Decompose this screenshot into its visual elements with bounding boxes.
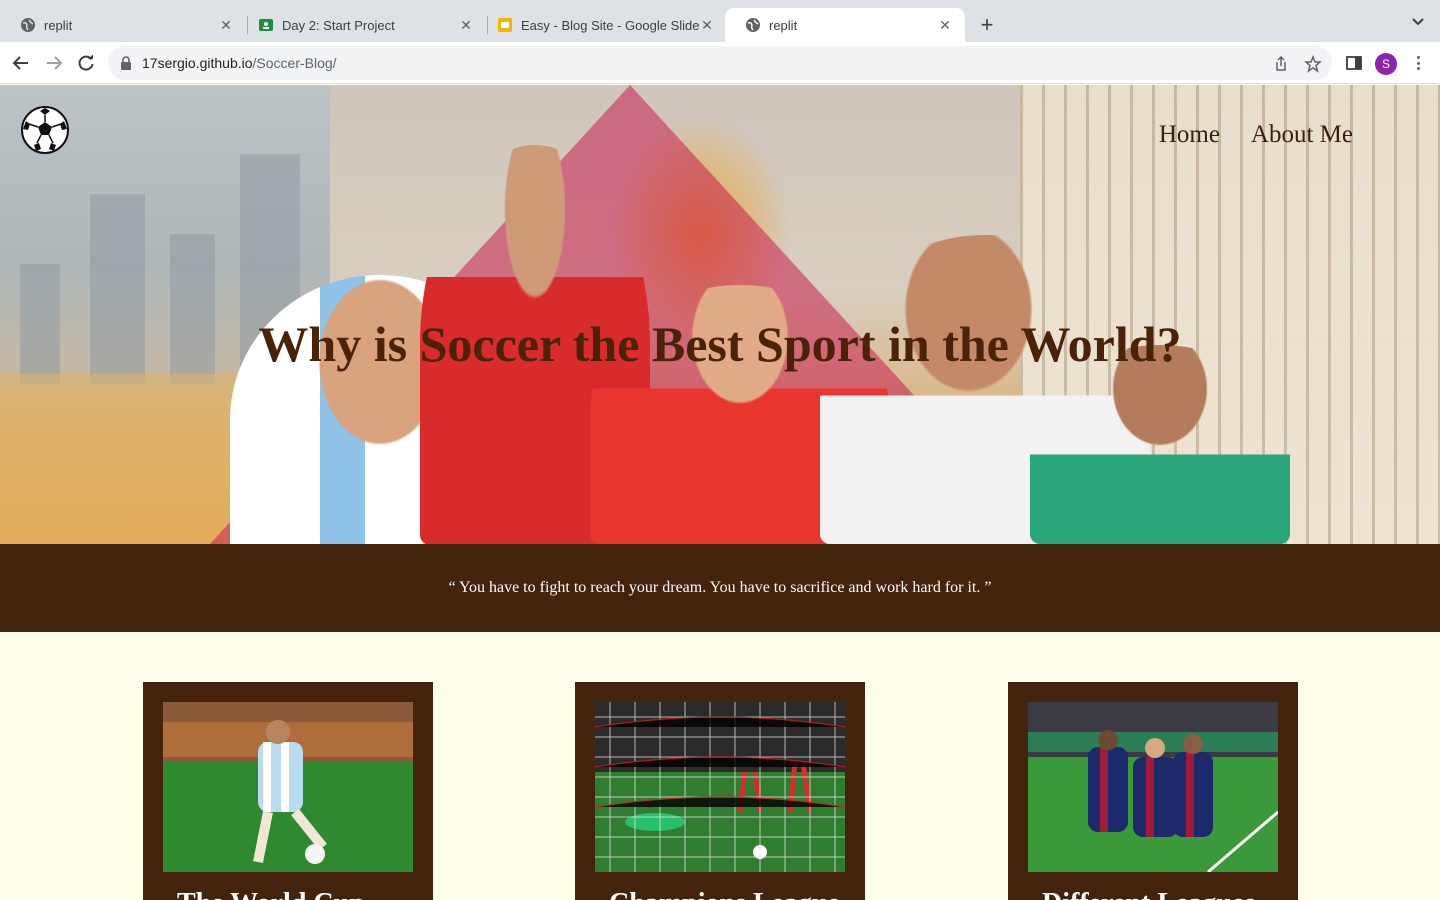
- tab-replit-active[interactable]: replit ✕: [725, 8, 965, 42]
- hero-player-figure: [1030, 345, 1290, 544]
- forward-arrow-icon[interactable]: [42, 51, 66, 75]
- reload-icon[interactable]: [74, 51, 98, 75]
- close-icon[interactable]: ✕: [458, 17, 474, 33]
- site-nav: Home About Me: [1159, 121, 1353, 149]
- url-path: /Soccer-Blog/: [252, 55, 337, 71]
- card-title: Different Leagues: [1042, 888, 1255, 900]
- nav-home-link[interactable]: Home: [1159, 121, 1220, 149]
- url-text: 17sergio.github.io/Soccer-Blog/: [142, 55, 337, 71]
- globe-icon: [745, 17, 761, 33]
- new-tab-plus-icon[interactable]: +: [975, 12, 999, 37]
- goalkeeper-diving-net-photo: [595, 702, 845, 872]
- tab-day-2[interactable]: Day 2: Start Project ✕: [238, 8, 486, 42]
- tab-title: replit: [44, 17, 73, 33]
- quote-banner: “ You have to fight to reach your dream.…: [0, 544, 1440, 632]
- profile-avatar[interactable]: S: [1375, 53, 1397, 75]
- tab-title: Easy - Blog Site - Google Slides: [521, 17, 699, 33]
- player-striking-ball-photo: [163, 702, 413, 872]
- url-host: 17sergio.github.io: [142, 55, 253, 71]
- menu-kebab-icon[interactable]: [1411, 54, 1425, 72]
- address-bar[interactable]: 17sergio.github.io/Soccer-Blog/: [108, 46, 1332, 80]
- card-different-leagues[interactable]: Different Leagues: [1008, 682, 1298, 900]
- browser-toolbar: 17sergio.github.io/Soccer-Blog/ S: [0, 42, 1440, 84]
- soccer-ball-icon[interactable]: [20, 105, 70, 155]
- side-panel-icon[interactable]: [1345, 54, 1363, 72]
- classroom-icon: [258, 17, 274, 33]
- slides-icon: [497, 17, 513, 33]
- nav-about-me-link[interactable]: About Me: [1251, 121, 1353, 149]
- page-title: Why is Soccer the Best Sport in the Worl…: [258, 316, 1182, 372]
- back-arrow-icon[interactable]: [9, 51, 33, 75]
- card-world-cup[interactable]: The World Cup: [143, 682, 433, 900]
- card-champions-league[interactable]: Champions League: [575, 682, 865, 900]
- players-celebrating-photo: [1028, 702, 1278, 872]
- close-icon[interactable]: ✕: [937, 17, 953, 33]
- bookmark-star-icon[interactable]: [1304, 54, 1322, 73]
- card-title: Champions League: [609, 888, 840, 900]
- share-icon[interactable]: [1272, 55, 1290, 73]
- card-title: The World Cup: [177, 888, 365, 900]
- tab-title: replit: [769, 17, 798, 33]
- close-icon[interactable]: ✕: [699, 17, 715, 33]
- tab-replit-1[interactable]: replit ✕: [0, 8, 246, 42]
- tab-search-chevron-icon[interactable]: [1410, 13, 1426, 29]
- browser-tabstrip: replit ✕ Day 2: Start Project ✕ Easy - B…: [0, 0, 1440, 42]
- globe-icon: [20, 17, 36, 33]
- quote-text: “ You have to fight to reach your dream.…: [448, 579, 992, 596]
- tab-google-slides[interactable]: Easy - Blog Site - Google Slides ✕: [477, 8, 727, 42]
- hero-banner: Home About Me Why is Soccer the Best Spo…: [0, 85, 1440, 544]
- close-icon[interactable]: ✕: [218, 17, 234, 33]
- tab-title: Day 2: Start Project: [282, 17, 395, 33]
- lock-icon[interactable]: [120, 56, 132, 70]
